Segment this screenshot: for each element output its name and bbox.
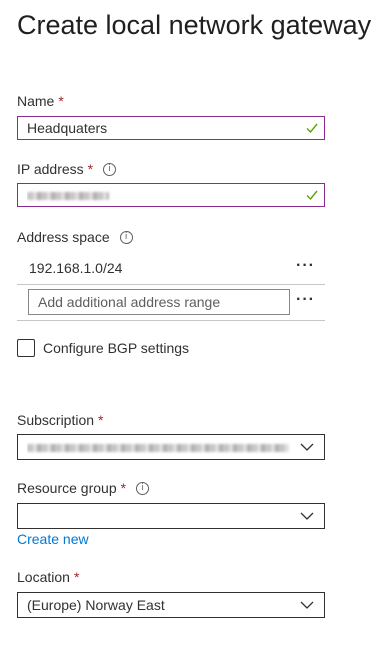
redacted-blur [27,444,289,452]
resource-group-label-text: Resource group [17,480,117,496]
subscription-label-text: Subscription [17,412,95,428]
subscription-value-redacted [27,439,300,455]
chevron-down-icon [300,601,314,609]
configure-bgp-checkbox[interactable] [17,339,35,357]
required-marker: * [120,480,127,496]
required-marker: * [87,161,94,177]
address-space-label-text: Address space [17,229,110,245]
checkmark-icon [306,123,318,134]
info-icon[interactable]: i [136,481,150,495]
configure-bgp-label: Configure BGP settings [43,340,190,356]
divider [17,284,325,285]
ip-address-input[interactable] [17,183,325,207]
location-select[interactable]: (Europe) Norway East [17,592,325,618]
add-address-range-placeholder: Add additional address range [38,294,221,310]
name-label-text: Name [17,93,55,109]
create-new-resource-group-link[interactable]: Create new [17,531,89,547]
add-address-range-input[interactable]: Add additional address range [28,289,290,315]
subscription-label: Subscription * [17,412,104,428]
name-input[interactable]: Headquaters [17,116,325,140]
required-marker: * [98,412,104,428]
location-value: (Europe) Norway East [27,597,165,613]
resource-group-label: Resource group * i [17,480,150,496]
info-icon[interactable]: i [103,162,117,176]
create-local-network-gateway-form: Create local network gateway Name * Headq… [0,0,388,645]
chevron-down-icon [300,512,314,520]
subscription-select[interactable] [17,434,325,460]
ip-address-value-redacted [27,187,306,203]
chevron-down-icon [300,443,314,451]
more-ellipsis-icon[interactable]: ··· [296,291,315,309]
location-label: Location * [17,569,79,585]
address-range-value: 192.168.1.0/24 [29,260,123,276]
name-label: Name * [17,93,64,109]
resource-group-select[interactable] [17,503,325,529]
required-marker: * [73,569,80,585]
divider [17,320,325,321]
more-ellipsis-icon[interactable]: ··· [296,257,315,275]
ip-address-label: IP address * i [17,161,117,177]
info-icon[interactable]: i [119,230,133,244]
location-label-text: Location [17,569,70,585]
address-space-label: Address space i [17,229,133,245]
required-marker: * [58,93,64,109]
name-input-value: Headquaters [27,120,108,136]
checkmark-icon [306,190,318,201]
redacted-blur [27,192,109,200]
ip-address-label-text: IP address [17,161,84,177]
page-title: Create local network gateway [17,10,372,40]
